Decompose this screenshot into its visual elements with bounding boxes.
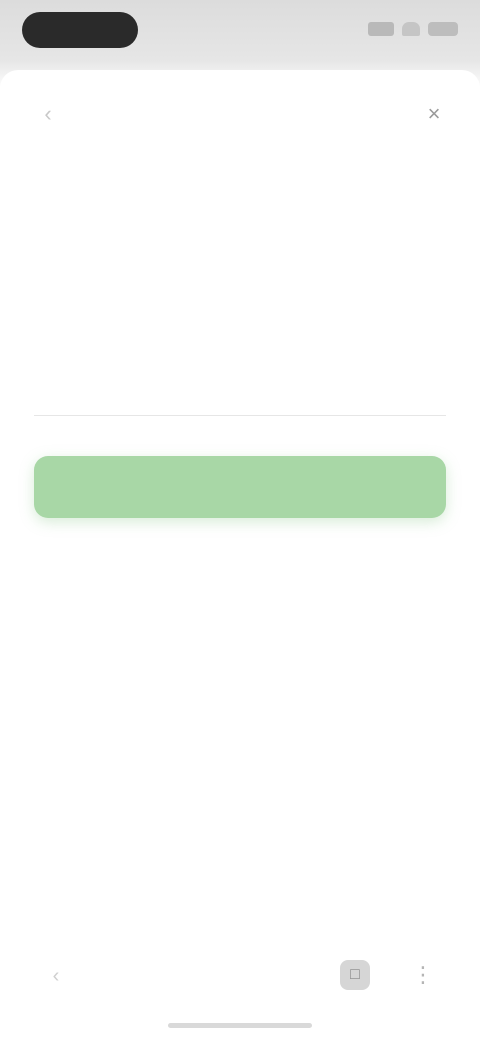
more-icon[interactable]: ⋮ <box>410 962 436 988</box>
chevron-left-icon[interactable]: ‹ <box>36 102 60 126</box>
modal-sheet: ‹ × ‹ □ ⋮ <box>0 70 480 1040</box>
wifi-icon <box>402 22 420 36</box>
close-icon[interactable]: × <box>422 102 446 126</box>
browser-toolbar: ‹ □ ⋮ <box>0 950 480 1000</box>
chevron-left-icon[interactable]: ‹ <box>44 964 68 988</box>
signal-icon <box>368 22 394 36</box>
screen: ‹ × ‹ □ ⋮ <box>0 0 480 1040</box>
tabs-icon[interactable]: □ <box>340 960 370 990</box>
home-indicator[interactable] <box>168 1023 312 1028</box>
battery-icon <box>428 22 458 36</box>
status-time <box>22 12 138 48</box>
status-icons <box>368 22 458 36</box>
continue-button[interactable] <box>34 456 446 518</box>
top-nav: ‹ × <box>0 96 480 136</box>
text-input[interactable] <box>34 366 446 416</box>
status-bar <box>0 0 480 62</box>
